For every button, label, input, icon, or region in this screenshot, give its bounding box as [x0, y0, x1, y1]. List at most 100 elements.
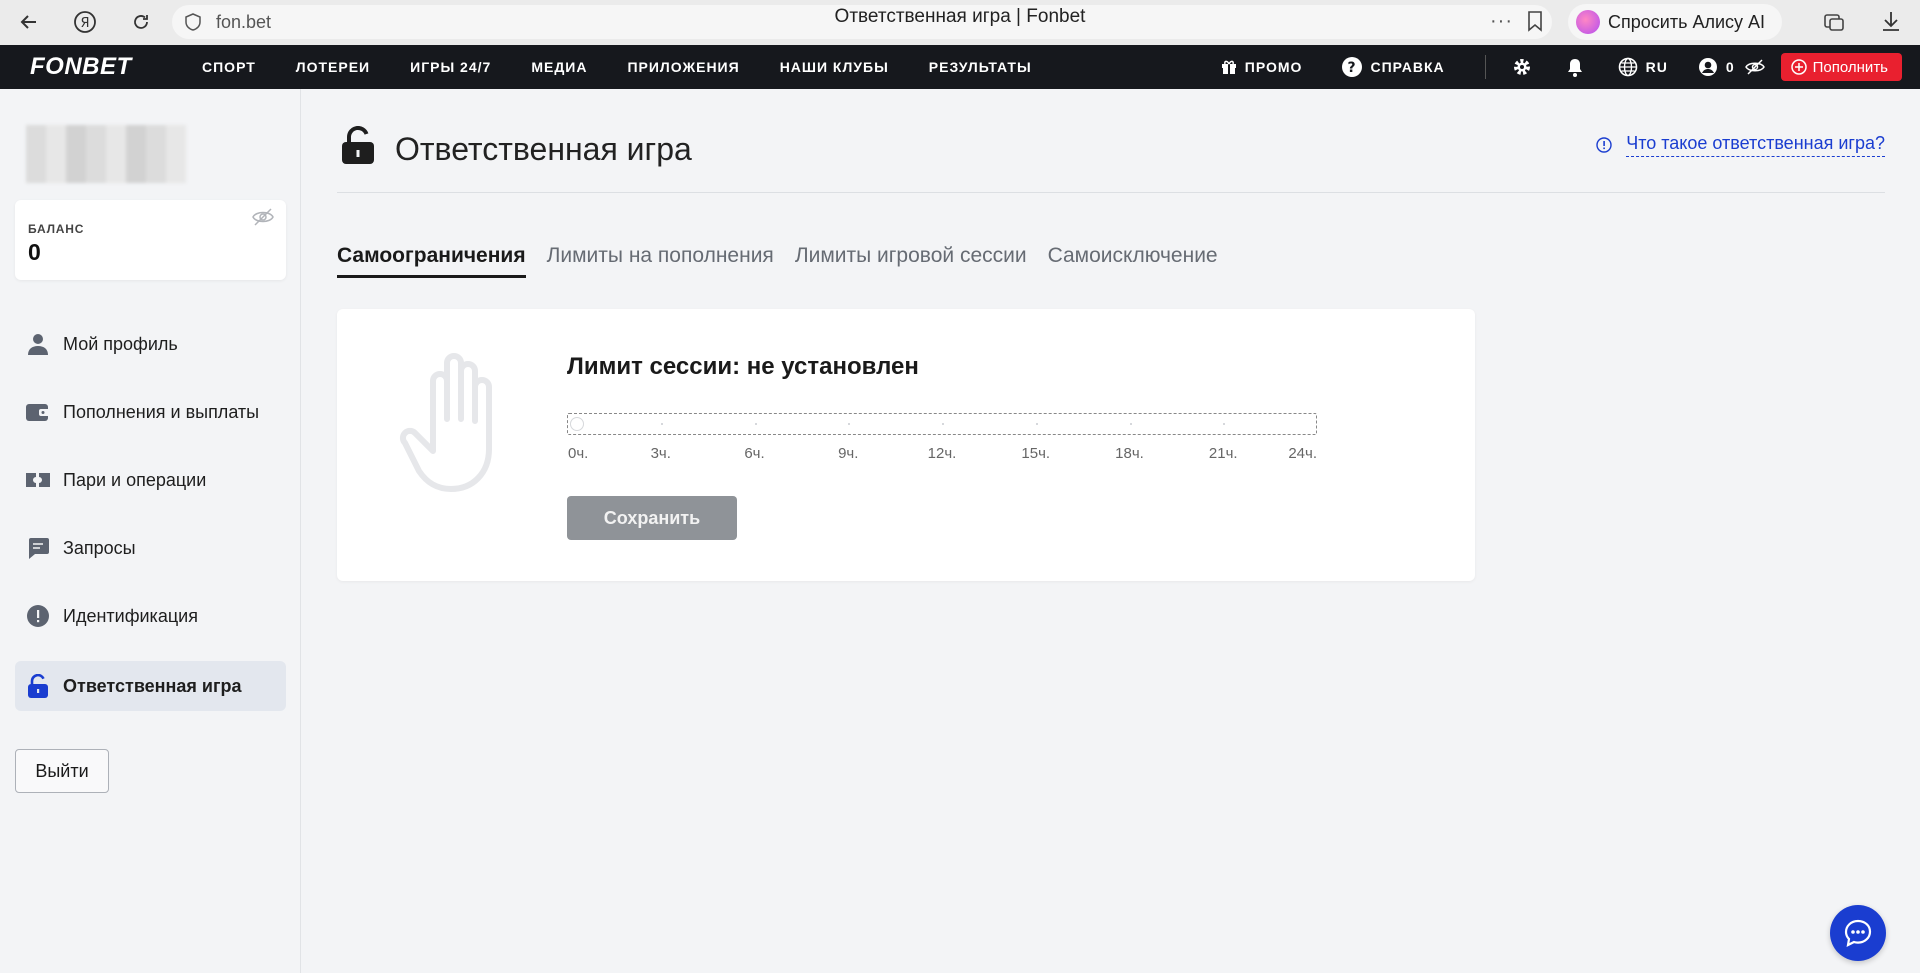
- balance-value: 0: [28, 239, 41, 265]
- address-bar[interactable]: fon.bet: [172, 5, 1552, 39]
- logout-button[interactable]: Выйти: [15, 749, 109, 793]
- gift-icon: [1221, 60, 1236, 74]
- hand-icon: [399, 351, 505, 500]
- help-label: СПРАВКА: [1370, 59, 1445, 75]
- sidebar-item-label: Мой профиль: [63, 333, 178, 354]
- slider-tick-label: 18ч.: [1115, 445, 1144, 462]
- language-label: RU: [1645, 59, 1668, 75]
- balance-card: БАЛАНС 0: [15, 200, 286, 280]
- site-header: FONBET СПОРТ ЛОТЕРЕИ ИГРЫ 24/7 МЕДИА ПРИ…: [0, 45, 1920, 89]
- page-title: Ответственная игра: [395, 131, 692, 167]
- promo-link[interactable]: ПРОМО: [1221, 59, 1303, 75]
- save-button[interactable]: Сохранить: [567, 496, 737, 540]
- slider-tick-dot: [1035, 423, 1038, 425]
- tab-session-limits[interactable]: Лимиты игровой сессии: [795, 244, 1027, 278]
- slider-tick-dot: [754, 423, 757, 425]
- session-limit-title: Лимит сессии: не установлен: [567, 353, 919, 380]
- nav-sport[interactable]: СПОРТ: [202, 59, 256, 75]
- slider-tick-dot: [848, 423, 851, 425]
- help-link[interactable]: ? СПРАВКА: [1342, 57, 1444, 77]
- message-icon: [25, 535, 51, 561]
- responsible-gaming-info-link[interactable]: Что такое ответственная игра?: [1596, 133, 1885, 157]
- page-header: Ответственная игра Что такое ответственн…: [337, 89, 1885, 193]
- bookmark-icon[interactable]: [1526, 10, 1544, 37]
- header-divider: [1484, 55, 1486, 79]
- nav-clubs[interactable]: НАШИ КЛУБЫ: [780, 59, 889, 75]
- session-limit-slider[interactable]: [567, 413, 1317, 435]
- alice-button[interactable]: Спросить Алису AI: [1568, 4, 1782, 40]
- alice-icon: [1576, 10, 1600, 34]
- browser-toolbar: Я fon.bet Ответственная игра | Fonbet ··…: [0, 0, 1920, 45]
- chat-button[interactable]: [1830, 905, 1886, 961]
- sidebar-item-requests[interactable]: Запросы: [15, 523, 286, 573]
- open-lock-icon: [341, 125, 375, 169]
- avatar: [26, 125, 186, 183]
- plus-circle-icon: [1790, 59, 1807, 75]
- promo-label: ПРОМО: [1244, 59, 1303, 75]
- language-selector[interactable]: RU: [1618, 57, 1668, 77]
- session-limit-card: Лимит сессии: не установлен 0ч. 3ч. 6ч. 9ч.…: [337, 309, 1475, 581]
- sidebar-item-profile[interactable]: Мой профиль: [15, 319, 286, 369]
- slider-tick-label: 24ч.: [1288, 445, 1317, 462]
- more-icon[interactable]: ···: [1490, 10, 1513, 33]
- sidebar-item-identification[interactable]: Идентификация: [15, 591, 286, 641]
- bell-icon[interactable]: [1566, 57, 1584, 77]
- question-icon: ?: [1342, 57, 1363, 77]
- shield-icon: [184, 13, 202, 36]
- yandex-icon[interactable]: Я: [70, 7, 100, 37]
- slider-tick-label: 12ч.: [927, 445, 957, 462]
- url-text: fon.bet: [216, 11, 272, 32]
- extensions-icon[interactable]: [1822, 10, 1846, 39]
- ticket-icon: [25, 467, 51, 493]
- slider-tick-dot: [942, 423, 944, 425]
- hide-balance-icon[interactable]: [1744, 59, 1765, 75]
- slider-tick-label: 3ч.: [650, 445, 671, 462]
- reload-icon[interactable]: [126, 7, 156, 37]
- settings-icon[interactable]: [1512, 57, 1532, 77]
- nav-apps[interactable]: ПРИЛОЖЕНИЯ: [627, 59, 739, 75]
- sidebar-item-label: Ответственная игра: [63, 675, 242, 696]
- slider-tick-dot: [660, 423, 663, 425]
- tabs: Самоограничения Лимиты на пополнения Лим…: [337, 244, 1218, 278]
- slider-tick-label: 6ч.: [744, 445, 765, 462]
- fonbet-logo[interactable]: FONBET: [30, 53, 202, 81]
- slider-tick-label: 9ч.: [838, 445, 859, 462]
- nav-media[interactable]: МЕДИА: [531, 59, 587, 75]
- slider-tick-label: 0ч.: [568, 445, 589, 462]
- nav-games[interactable]: ИГРЫ 24/7: [410, 59, 491, 75]
- sidebar-item-payments[interactable]: Пополнения и выплаты: [15, 387, 286, 437]
- alice-label: Спросить Алису AI: [1608, 11, 1766, 32]
- alert-icon: [25, 603, 51, 629]
- balance-label: БАЛАНС: [28, 222, 85, 236]
- deposit-button[interactable]: Пополнить: [1780, 53, 1902, 81]
- download-icon[interactable]: [1880, 9, 1902, 38]
- lock-icon: [25, 673, 51, 699]
- tab-self-exclusion[interactable]: Самоисключение: [1048, 244, 1218, 278]
- tab-self-restrictions[interactable]: Самоограничения: [337, 244, 526, 278]
- sidebar-item-label: Запросы: [63, 537, 136, 558]
- svg-text:?: ?: [1348, 60, 1357, 76]
- svg-text:Я: Я: [80, 16, 89, 31]
- deposit-label: Пополнить: [1812, 58, 1888, 76]
- hide-balance-icon[interactable]: [252, 208, 274, 231]
- user-circle-icon: [1698, 58, 1717, 76]
- slider-tick-label: 15ч.: [1021, 445, 1051, 462]
- info-icon: [1596, 137, 1612, 153]
- sidebar: БАЛАНС 0 Мой профиль Пополнения и выплат…: [0, 89, 301, 973]
- account-button[interactable]: 0: [1698, 57, 1735, 77]
- wallet-icon: [25, 399, 51, 425]
- slider-tick-dot: [1223, 423, 1226, 425]
- nav-lotteries[interactable]: ЛОТЕРЕИ: [296, 59, 370, 75]
- slider-thumb[interactable]: [570, 417, 584, 431]
- nav-results[interactable]: РЕЗУЛЬТАТЫ: [929, 59, 1032, 75]
- header-balance: 0: [1725, 59, 1735, 75]
- globe-icon: [1618, 57, 1637, 77]
- sidebar-item-bets[interactable]: Пари и операции: [15, 455, 286, 505]
- sidebar-item-label: Пари и операции: [63, 469, 207, 490]
- sidebar-item-responsible-gaming[interactable]: Ответственная игра: [15, 661, 286, 711]
- tab-deposit-limits[interactable]: Лимиты на пополнения: [547, 244, 774, 278]
- chat-icon: [1844, 919, 1872, 947]
- back-icon[interactable]: [14, 7, 44, 37]
- slider-tick-label: 21ч.: [1208, 445, 1238, 462]
- sidebar-item-label: Пополнения и выплаты: [63, 401, 260, 422]
